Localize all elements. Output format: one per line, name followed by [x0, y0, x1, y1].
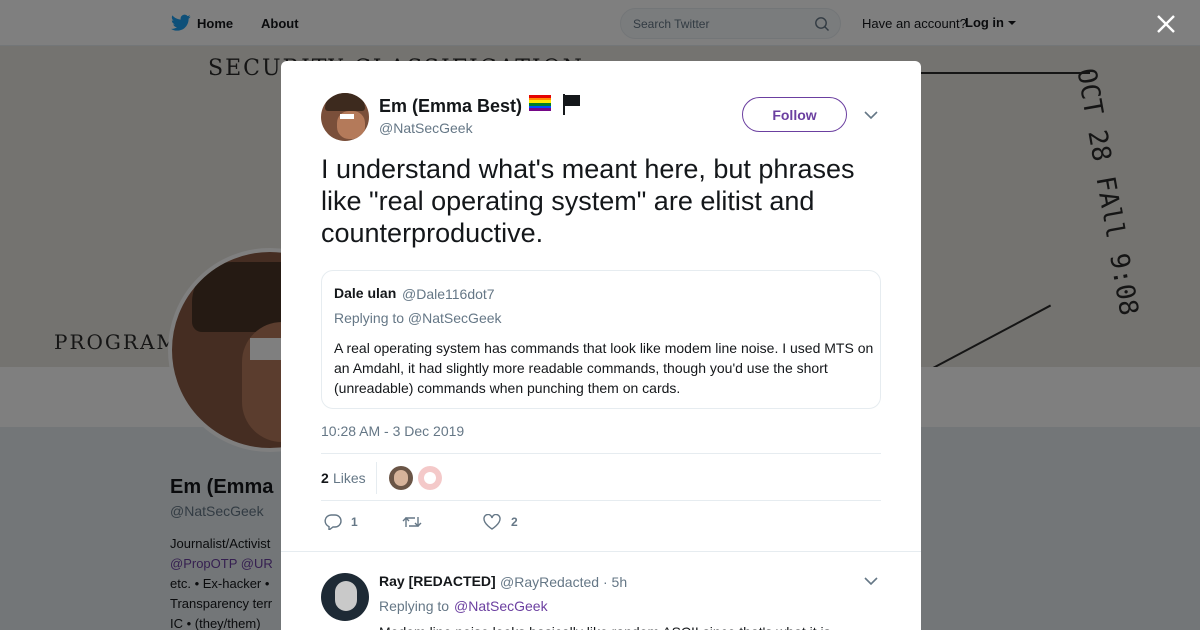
liker-avatar[interactable]	[418, 466, 442, 490]
tweet-modal: Em (Emma Best) @NatSecGeek Follow I unde…	[281, 61, 921, 630]
avatar[interactable]	[321, 573, 369, 621]
rainbow-flag-icon	[529, 95, 551, 112]
reply-replying-link[interactable]: @NatSecGeek	[454, 598, 548, 614]
like-count: 2	[511, 515, 518, 529]
likes-count[interactable]: 2	[321, 470, 329, 486]
reply-icon[interactable]	[324, 514, 342, 530]
heart-icon[interactable]	[483, 514, 501, 530]
tweet-stats: 2 Likes	[321, 453, 881, 501]
quoted-replying-to: Replying to @NatSecGeek	[334, 310, 502, 326]
retweet-icon[interactable]	[402, 514, 422, 530]
reply-replying-prefix: Replying to	[379, 598, 450, 614]
tweet-timestamp[interactable]: 10:28 AM - 3 Dec 2019	[321, 423, 464, 439]
chevron-down-icon[interactable]	[864, 110, 878, 120]
quoted-tweet[interactable]: Dale ulan @Dale116dot7 Replying to @NatS…	[321, 270, 881, 409]
reply-divider	[281, 551, 921, 552]
quoted-author-name: Dale ulan	[334, 285, 397, 301]
reply-count: 1	[351, 515, 358, 529]
quoted-author-handle: @Dale116dot7	[402, 286, 495, 302]
reply-author-handle[interactable]: @RayRedacted	[500, 574, 599, 590]
chevron-down-icon[interactable]	[864, 576, 878, 586]
reply-text: Modem line noise looks basically like ra…	[379, 622, 869, 630]
liker-avatar[interactable]	[389, 466, 413, 490]
quoted-text: A real operating system has commands tha…	[334, 340, 874, 396]
close-icon[interactable]	[1155, 13, 1177, 35]
likes-label[interactable]: Likes	[333, 470, 366, 486]
author-name[interactable]: Em (Emma Best)	[379, 96, 522, 117]
stats-divider	[376, 462, 377, 494]
tweet-actions: 1 2	[321, 511, 881, 533]
tweet-text: I understand what's meant here, but phra…	[321, 154, 855, 248]
avatar[interactable]	[321, 93, 369, 141]
reply-time[interactable]: · 5h	[603, 574, 627, 590]
follow-button[interactable]: Follow	[742, 97, 847, 132]
black-flag-icon	[563, 94, 580, 115]
author-handle[interactable]: @NatSecGeek	[379, 120, 473, 136]
reply-author-name[interactable]: Ray [REDACTED]	[379, 573, 496, 589]
